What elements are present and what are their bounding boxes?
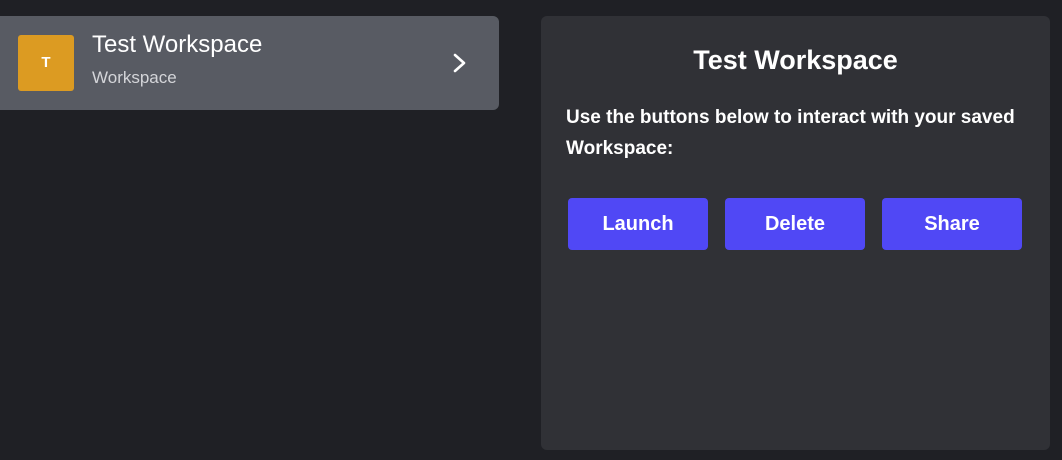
workspaces-page: T Test Workspace Workspace Test Workspac… bbox=[0, 0, 1062, 460]
panel-description: Use the buttons below to interact with y… bbox=[566, 107, 1015, 159]
workspace-list-item[interactable]: T Test Workspace Workspace bbox=[0, 16, 499, 110]
delete-button[interactable]: Delete bbox=[725, 198, 865, 250]
workspace-detail-panel: Test Workspace Use the buttons below to … bbox=[541, 16, 1050, 450]
workspace-item-title: Test Workspace bbox=[92, 31, 263, 58]
chevron-right-icon bbox=[453, 53, 466, 73]
panel-title: Test Workspace bbox=[693, 45, 898, 75]
launch-button[interactable]: Launch bbox=[568, 198, 708, 250]
workspace-item-subtitle: Workspace bbox=[92, 68, 177, 87]
share-button[interactable]: Share bbox=[882, 198, 1022, 250]
workspace-avatar: T bbox=[18, 35, 74, 91]
